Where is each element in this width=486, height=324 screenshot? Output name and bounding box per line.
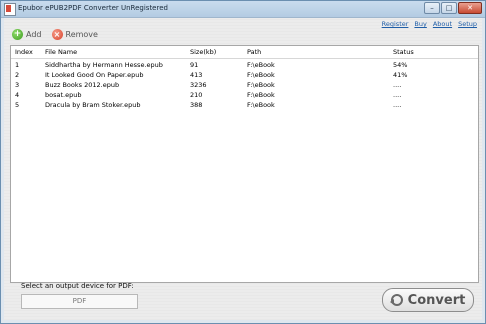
cell-index: 2 xyxy=(15,71,20,79)
table-row[interactable]: 3 Buzz Books 2012.epub 3236 F:\eBook ...… xyxy=(11,81,478,90)
app-icon xyxy=(4,3,16,16)
cell-status: .... xyxy=(393,101,402,109)
cell-index: 3 xyxy=(15,81,20,89)
setup-link[interactable]: Setup xyxy=(458,20,477,28)
convert-button[interactable]: Convert xyxy=(382,288,474,312)
add-label: Add xyxy=(26,30,42,39)
cell-path: F:\eBook xyxy=(247,81,275,89)
remove-label: Remove xyxy=(65,30,98,39)
cell-file-name: Siddhartha by Hermann Hesse.epub xyxy=(45,61,163,69)
cell-index: 5 xyxy=(15,101,20,109)
column-header-size[interactable]: Size(kb) xyxy=(190,46,216,58)
main-panel: Register Buy About Setup + Add × Remove … xyxy=(4,18,482,320)
cell-size: 91 xyxy=(190,61,199,69)
output-device-select[interactable]: PDF xyxy=(21,294,138,309)
convert-icon xyxy=(389,294,403,306)
cell-status: .... xyxy=(393,81,402,89)
window-title: Epubor ePUB2PDF Converter UnRegistered xyxy=(18,4,168,12)
cell-file-name: Buzz Books 2012.epub xyxy=(45,81,120,89)
add-button[interactable]: + Add xyxy=(12,29,42,40)
table-row[interactable]: 1 Siddhartha by Hermann Hesse.epub 91 F:… xyxy=(11,61,478,70)
title-bar: Epubor ePUB2PDF Converter UnRegistered –… xyxy=(1,1,485,18)
cell-size: 413 xyxy=(190,71,203,79)
cell-status: 54% xyxy=(393,61,408,69)
cell-path: F:\eBook xyxy=(247,61,275,69)
about-link[interactable]: About xyxy=(433,20,452,28)
cell-status: .... xyxy=(393,91,402,99)
table-row[interactable]: 5 Dracula by Bram Stoker.epub 388 F:\eBo… xyxy=(11,101,478,110)
remove-icon: × xyxy=(51,29,63,40)
close-button[interactable]: ✕ xyxy=(458,2,482,14)
convert-label: Convert xyxy=(407,292,466,308)
cell-file-name: It Looked Good On Paper.epub xyxy=(45,71,144,79)
cell-index: 1 xyxy=(15,61,20,69)
cell-size: 210 xyxy=(190,91,203,99)
table-header: Index File Name Size(kb) Path Status xyxy=(11,46,478,59)
toolbar: + Add × Remove xyxy=(12,29,98,40)
cell-size: 3236 xyxy=(190,81,207,89)
app-window: Epubor ePUB2PDF Converter UnRegistered –… xyxy=(0,0,486,324)
table-row[interactable]: 4 bosat.epub 210 F:\eBook .... xyxy=(11,91,478,100)
column-header-index[interactable]: Index xyxy=(15,46,33,58)
cell-index: 4 xyxy=(15,91,20,99)
cell-size: 388 xyxy=(190,101,203,109)
output-device-label: Select an output device for PDF: xyxy=(21,282,134,290)
column-header-file-name[interactable]: File Name xyxy=(45,46,77,58)
minimize-button[interactable]: – xyxy=(424,2,440,14)
table-row[interactable]: 2 It Looked Good On Paper.epub 413 F:\eB… xyxy=(11,71,478,80)
cell-file-name: bosat.epub xyxy=(45,91,82,99)
cell-path: F:\eBook xyxy=(247,91,275,99)
register-link[interactable]: Register xyxy=(382,20,409,28)
file-list[interactable]: Index File Name Size(kb) Path Status 1 S… xyxy=(10,45,479,283)
remove-button[interactable]: × Remove xyxy=(51,29,98,40)
cell-path: F:\eBook xyxy=(247,101,275,109)
buy-link[interactable]: Buy xyxy=(414,20,426,28)
window-controls: – □ ✕ xyxy=(423,2,482,14)
top-links: Register Buy About Setup xyxy=(382,20,477,28)
cell-file-name: Dracula by Bram Stoker.epub xyxy=(45,101,141,109)
plus-icon: + xyxy=(12,29,23,40)
column-header-status[interactable]: Status xyxy=(393,46,414,58)
maximize-button[interactable]: □ xyxy=(441,2,457,14)
cell-path: F:\eBook xyxy=(247,71,275,79)
cell-status: 41% xyxy=(393,71,408,79)
column-header-path[interactable]: Path xyxy=(247,46,261,58)
